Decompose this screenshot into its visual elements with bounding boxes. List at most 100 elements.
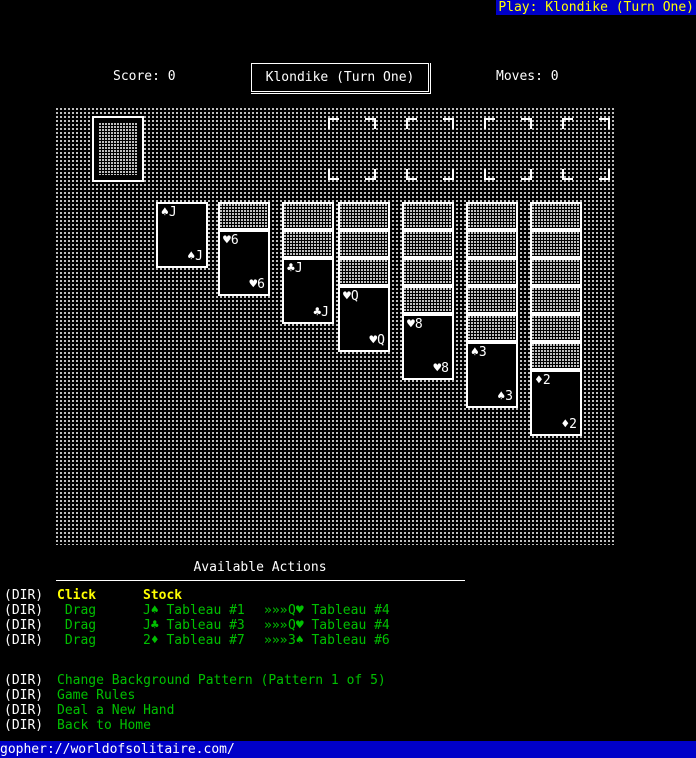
tableau-facedown-card[interactable]: [402, 258, 454, 286]
corner-bracket-icon: [406, 118, 417, 129]
tableau-facedown-card[interactable]: [466, 314, 518, 342]
action-dir-tag: (DIR): [4, 618, 44, 633]
card-rank-top-left: ♠3: [471, 345, 487, 360]
corner-bracket-icon: [443, 118, 454, 129]
action-source: Stock: [143, 588, 183, 603]
corner-bracket-icon: [521, 118, 532, 129]
corner-bracket-icon: [599, 118, 610, 129]
card-rank-top-left: ♣J: [287, 261, 303, 276]
card-rank-bottom-right: ♥6: [249, 277, 265, 292]
tableau-facedown-card[interactable]: [338, 258, 390, 286]
card-rank-top-left: ♥6: [223, 233, 239, 248]
card-back-pattern: [99, 123, 137, 175]
tableau-card[interactable]: ♥Q ♥Q: [338, 286, 390, 352]
menu-item-label: Game Rules: [57, 688, 136, 703]
action-verb: Drag: [57, 618, 97, 633]
tableau-card[interactable]: ♥8 ♥8: [402, 314, 454, 380]
tableau-facedown-card[interactable]: [218, 202, 270, 230]
tableau-facedown-card[interactable]: [466, 258, 518, 286]
score-row: Score: 0 Klondike (Turn One) Moves: 0: [0, 63, 696, 93]
tableau-facedown-card[interactable]: [466, 202, 518, 230]
card-rank-bottom-right: ♠3: [497, 389, 513, 404]
tableau-facedown-card[interactable]: [466, 230, 518, 258]
tableau-facedown-card[interactable]: [530, 342, 582, 370]
tableau-facedown-card[interactable]: [338, 202, 390, 230]
action-target: 3♠ Tableau #6: [288, 633, 390, 648]
tableau-facedown-card[interactable]: [402, 202, 454, 230]
menu-dir-tag: (DIR): [4, 718, 44, 733]
corner-bracket-icon: [328, 169, 339, 180]
tableau-facedown-card[interactable]: [402, 286, 454, 314]
tableau-facedown-card[interactable]: [282, 230, 334, 258]
status-bar: gopher://worldofsolitaire.com/: [0, 741, 696, 758]
action-source: J♣ Tableau #3: [143, 618, 245, 633]
tableau-facedown-card[interactable]: [530, 286, 582, 314]
action-verb: Drag: [57, 633, 97, 648]
foundation-4[interactable]: [560, 116, 612, 182]
card-rank-bottom-right: ♥Q: [369, 333, 385, 348]
card-rank-top-left: ♦2: [535, 373, 551, 388]
card-rank-top-left: ♥Q: [343, 289, 359, 304]
corner-bracket-icon: [484, 118, 495, 129]
playfield: ♠J ♠J ♥6 ♥6 ♣J ♣J ♥Q ♥Q ♥8 ♥8 ♠3 ♠3 ♦2 ♦2: [56, 108, 614, 545]
action-dir-tag: (DIR): [4, 588, 44, 603]
menu-item-label: Deal a New Hand: [57, 703, 175, 718]
menu-item-label: Change Background Pattern (Pattern 1 of …: [57, 673, 386, 688]
tableau-facedown-card[interactable]: [282, 202, 334, 230]
action-arrow-icon: »»»: [264, 603, 288, 618]
waste-pile[interactable]: [170, 116, 222, 182]
action-arrow-icon: »»»: [264, 633, 288, 648]
tableau-card[interactable]: ♣J ♣J: [282, 258, 334, 324]
tableau-card[interactable]: ♦2 ♦2: [530, 370, 582, 436]
tableau-facedown-card[interactable]: [530, 314, 582, 342]
corner-bracket-icon: [365, 118, 376, 129]
moves-label: Moves: 0: [496, 69, 559, 84]
tableau-facedown-card[interactable]: [338, 230, 390, 258]
menu-dir-tag: (DIR): [4, 688, 44, 703]
foundation-1[interactable]: [326, 116, 378, 182]
card-rank-bottom-right: ♠J: [187, 249, 203, 264]
card-rank-top-left: ♠J: [161, 205, 177, 220]
tableau-card[interactable]: ♠3 ♠3: [466, 342, 518, 408]
corner-bracket-icon: [599, 169, 610, 180]
tableau-facedown-card[interactable]: [530, 230, 582, 258]
menu-dir-tag: (DIR): [4, 703, 44, 718]
foundation-3[interactable]: [482, 116, 534, 182]
action-verb: Click: [57, 588, 97, 603]
menu-item-label: Back to Home: [57, 718, 151, 733]
tableau-facedown-card[interactable]: [530, 202, 582, 230]
corner-bracket-icon: [521, 169, 532, 180]
card-rank-bottom-right: ♣J: [313, 305, 329, 320]
action-dir-tag: (DIR): [4, 603, 44, 618]
actions-divider: [56, 580, 465, 581]
tableau-facedown-card[interactable]: [530, 258, 582, 286]
corner-bracket-icon: [443, 169, 454, 180]
tableau-facedown-card[interactable]: [402, 230, 454, 258]
score-label: Score: 0: [113, 69, 176, 84]
game-name-box: Klondike (Turn One): [251, 63, 429, 92]
available-actions-title: Available Actions: [193, 560, 327, 575]
action-source: 2♦ Tableau #7: [143, 633, 245, 648]
corner-bracket-icon: [562, 169, 573, 180]
corner-bracket-icon: [365, 169, 376, 180]
corner-bracket-icon: [562, 118, 573, 129]
action-target: Q♥ Tableau #4: [288, 603, 390, 618]
tableau-card[interactable]: ♥6 ♥6: [218, 230, 270, 296]
menu-dir-tag: (DIR): [4, 673, 44, 688]
card-rank-bottom-right: ♦2: [561, 417, 577, 432]
title-bar: Play: Klondike (Turn One): [0, 0, 696, 15]
action-target: Q♥ Tableau #4: [288, 618, 390, 633]
foundation-2[interactable]: [404, 116, 456, 182]
tableau-facedown-card[interactable]: [466, 286, 518, 314]
game-name-label: Klondike (Turn One): [265, 70, 415, 85]
card-rank-bottom-right: ♥8: [433, 361, 449, 376]
stock-pile[interactable]: [92, 116, 144, 182]
card-rank-top-left: ♥8: [407, 317, 423, 332]
corner-bracket-icon: [484, 169, 495, 180]
title-bar-label: Play: Klondike (Turn One): [496, 0, 696, 15]
action-arrow-icon: »»»: [264, 618, 288, 633]
action-verb: Drag: [57, 603, 97, 618]
tableau-card[interactable]: ♠J ♠J: [156, 202, 208, 268]
corner-bracket-icon: [328, 118, 339, 129]
corner-bracket-icon: [406, 169, 417, 180]
